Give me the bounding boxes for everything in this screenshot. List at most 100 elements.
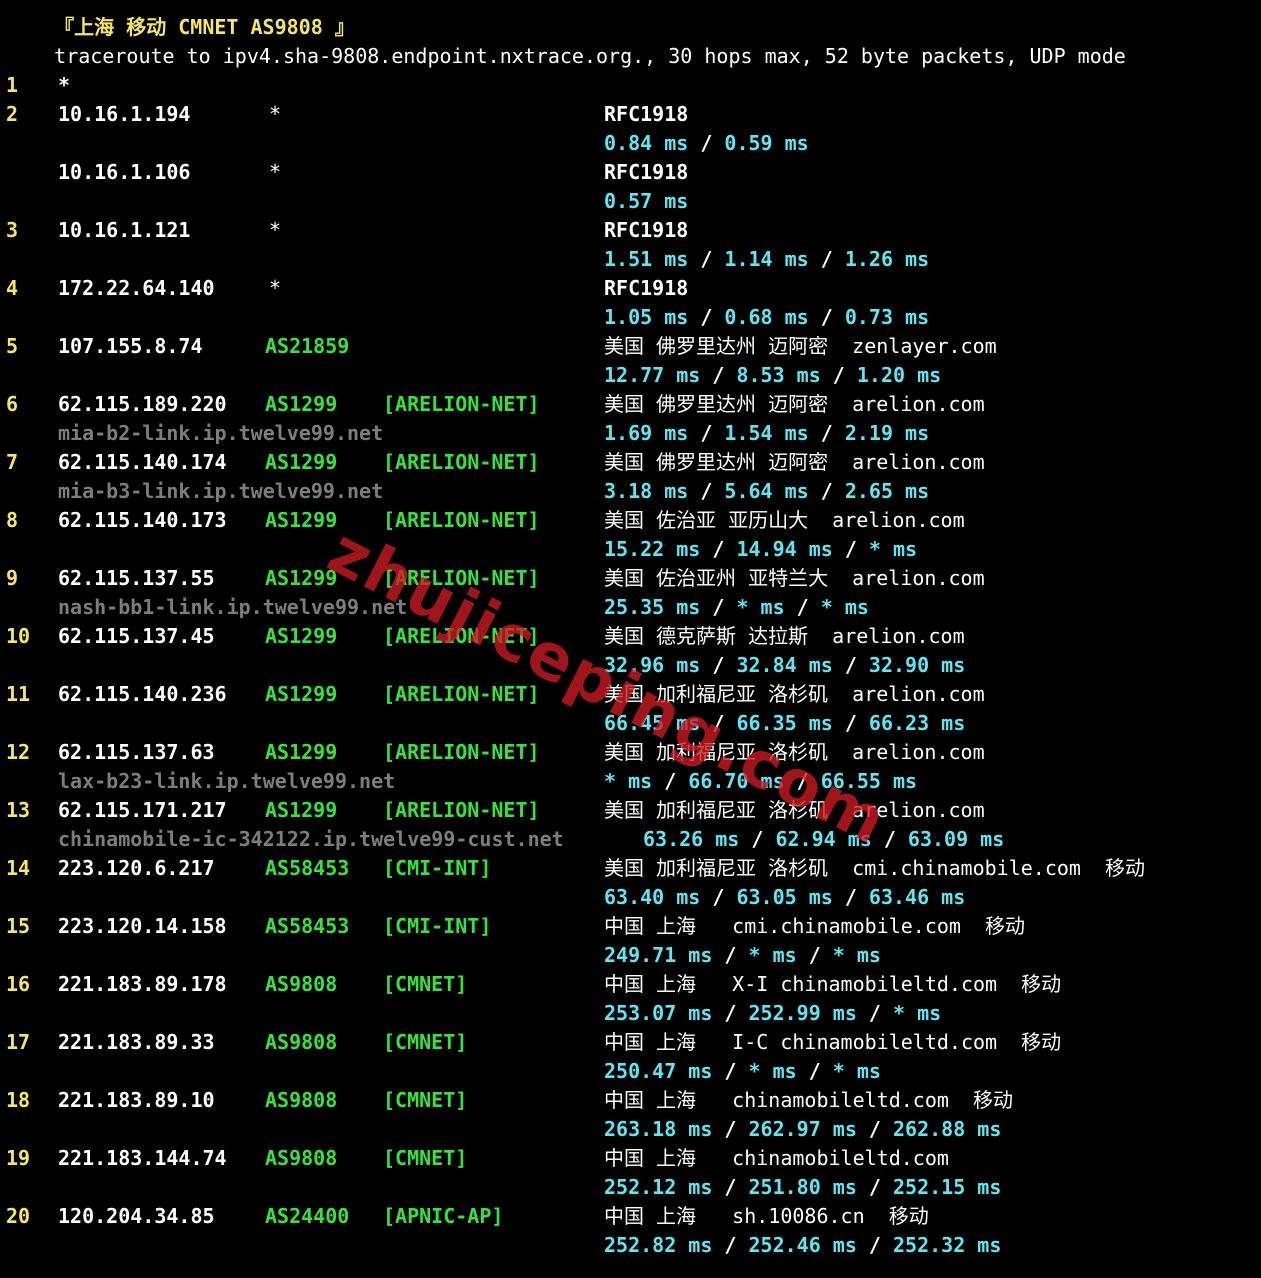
latency-value: * ms: [832, 943, 881, 967]
latency-values: 12.77 ms / 8.53 ms / 1.20 ms: [604, 361, 941, 390]
hop-ip: 62.115.140.236: [58, 682, 227, 706]
hop-row: 18 221.183.89.10 AS9808 [CMNET] 中国 上海 chinam…: [6, 1086, 1261, 1115]
geo-location: 美国 佛罗里达州 迈阿密 arelion.com: [604, 450, 985, 474]
hop-detail-row: 66.45 ms / 66.35 ms / 66.23 ms: [6, 709, 1261, 738]
network-tag: [ARELION-NET]: [383, 566, 540, 590]
hop-detail-row: lax-b23-link.ip.twelve99.net * ms / 66.70…: [6, 767, 1261, 796]
latency-separator: /: [700, 653, 737, 677]
network-tag: [ARELION-NET]: [383, 798, 540, 822]
network-tag: [CMNET]: [383, 1146, 468, 1170]
latency-value: 5.64 ms: [724, 479, 809, 503]
latency-separator: /: [652, 769, 689, 793]
latency-separator: /: [712, 1233, 749, 1257]
latency-value: 12.77 ms: [604, 363, 701, 387]
hop-row: 1 *: [6, 71, 1261, 100]
reverse-dns-hostname: nash-bb1-link.ip.twelve99.net: [58, 595, 408, 619]
latency-value: 14.94 ms: [736, 537, 833, 561]
latency-values: 0.84 ms / 0.59 ms: [604, 129, 809, 158]
latency-separator: /: [832, 711, 869, 735]
asn-label: AS58453: [265, 856, 350, 880]
hop-detail-row: 1.05 ms / 0.68 ms / 0.73 ms: [6, 303, 1261, 332]
latency-separator: /: [688, 479, 725, 503]
hop-detail-row: 250.47 ms / * ms / * ms: [6, 1057, 1261, 1086]
latency-value: 252.12 ms: [604, 1175, 713, 1199]
hop-ip: 62.115.171.217: [58, 798, 227, 822]
latency-value: * ms: [893, 1001, 942, 1025]
geo-location: RFC1918: [604, 160, 689, 184]
hop-ip: 10.16.1.194: [58, 102, 191, 126]
geo-location: 美国 加利福尼亚 洛杉矶 cmi.chinamobile.com 移动: [604, 856, 1146, 880]
hop-number: 16: [6, 972, 31, 996]
latency-values: 249.71 ms / * ms / * ms: [604, 941, 881, 970]
geo-location: 中国 上海 X-I chinamobileltd.com 移动: [604, 972, 1062, 996]
asn-unknown: *: [269, 276, 282, 300]
network-tag: [CMI-INT]: [383, 856, 492, 880]
latency-value: 262.88 ms: [893, 1117, 1002, 1141]
hop-ip: 221.183.89.10: [58, 1088, 215, 1112]
latency-value: 2.65 ms: [844, 479, 930, 503]
hop-detail-row: 15.22 ms / 14.94 ms / * ms: [6, 535, 1261, 564]
latency-value: 262.97 ms: [748, 1117, 857, 1141]
hop-row: 4 172.22.64.140 * RFC1918: [6, 274, 1261, 303]
geo-location: 中国 上海 sh.10086.cn 移动: [604, 1204, 929, 1228]
latency-values: 1.51 ms / 1.14 ms / 1.26 ms: [604, 245, 929, 274]
latency-separator: /: [688, 131, 725, 155]
asn-unknown: *: [269, 102, 282, 126]
hop-ip: 223.120.14.158: [58, 914, 227, 938]
hop-ip: 221.183.144.74: [58, 1146, 227, 1170]
latency-separator: /: [700, 363, 737, 387]
latency-value: * ms: [748, 1059, 797, 1083]
hop-number: 19: [6, 1146, 31, 1170]
latency-value: * ms: [832, 1059, 881, 1083]
hop-ip: 221.183.89.178: [58, 972, 227, 996]
hop-number: 13: [6, 798, 31, 822]
hop-detail-row: 252.82 ms / 252.46 ms / 252.32 ms: [6, 1231, 1261, 1260]
latency-separator: /: [832, 653, 869, 677]
hop-row: 11 62.115.140.236 AS1299 [ARELION-NET] 美国 加利…: [6, 680, 1261, 709]
latency-separator: /: [820, 363, 857, 387]
latency-separator: /: [688, 305, 725, 329]
title-line: traceroute to ipv4.sha-9808.endpoint.nxt…: [6, 42, 1261, 71]
latency-values: 253.07 ms / 252.99 ms / * ms: [604, 999, 941, 1028]
latency-value: 1.20 ms: [856, 363, 942, 387]
network-tag: [ARELION-NET]: [383, 392, 540, 416]
hop-row: 13 62.115.171.217 AS1299 [ARELION-NET] 美国 加利…: [6, 796, 1261, 825]
latency-value: 252.32 ms: [893, 1233, 1002, 1257]
latency-separator: /: [712, 1175, 749, 1199]
latency-value: 63.40 ms: [604, 885, 701, 909]
geo-location: RFC1918: [604, 218, 689, 242]
hop-list: 2 10.16.1.194 * RFC1918 0.84 ms / 0.59 ms 10.…: [6, 100, 1261, 1260]
latency-separator: /: [700, 885, 737, 909]
hop-detail-row: 32.96 ms / 32.84 ms / 32.90 ms: [6, 651, 1261, 680]
latency-value: 1.05 ms: [604, 305, 689, 329]
latency-value: * ms: [604, 769, 653, 793]
network-tag: [CMNET]: [383, 1030, 468, 1054]
latency-value: 263.18 ms: [604, 1117, 713, 1141]
geo-location: RFC1918: [604, 102, 689, 126]
latency-values: 1.69 ms / 1.54 ms / 2.19 ms: [604, 419, 929, 448]
latency-separator: /: [808, 247, 845, 271]
latency-value: 63.05 ms: [736, 885, 833, 909]
geo-location: 中国 上海 I-C chinamobileltd.com 移动: [604, 1030, 1062, 1054]
hop-row: 14 223.120.6.217 AS58453 [CMI-INT] 美国 加利福尼亚 …: [6, 854, 1261, 883]
latency-separator: /: [700, 595, 737, 619]
hop-ip: 62.115.189.220: [58, 392, 227, 416]
latency-separator: /: [712, 1001, 749, 1025]
hop-ip: 10.16.1.121: [58, 218, 191, 242]
hop-detail-row: 0.57 ms: [6, 187, 1261, 216]
latency-value: 32.84 ms: [736, 653, 833, 677]
hop-number: 1: [6, 73, 19, 97]
hop-ip: 120.204.34.85: [58, 1204, 215, 1228]
latency-separator: /: [808, 421, 845, 445]
latency-values: 1.05 ms / 0.68 ms / 0.73 ms: [604, 303, 929, 332]
hop-ip: 62.115.140.174: [58, 450, 227, 474]
latency-value: 66.35 ms: [736, 711, 833, 735]
hop-row: 6 62.115.189.220 AS1299 [ARELION-NET] 美国 佛罗里…: [6, 390, 1261, 419]
latency-value: 66.45 ms: [604, 711, 701, 735]
geo-location: 美国 佐治亚 亚历山大 arelion.com: [604, 508, 965, 532]
asn-label: AS1299: [265, 624, 338, 648]
latency-values: 63.40 ms / 63.05 ms / 63.46 ms: [604, 883, 965, 912]
latency-values: 252.82 ms / 252.46 ms / 252.32 ms: [604, 1231, 1001, 1260]
latency-value: 15.22 ms: [604, 537, 701, 561]
hop-row: 10 62.115.137.45 AS1299 [ARELION-NET] 美国 德克萨…: [6, 622, 1261, 651]
